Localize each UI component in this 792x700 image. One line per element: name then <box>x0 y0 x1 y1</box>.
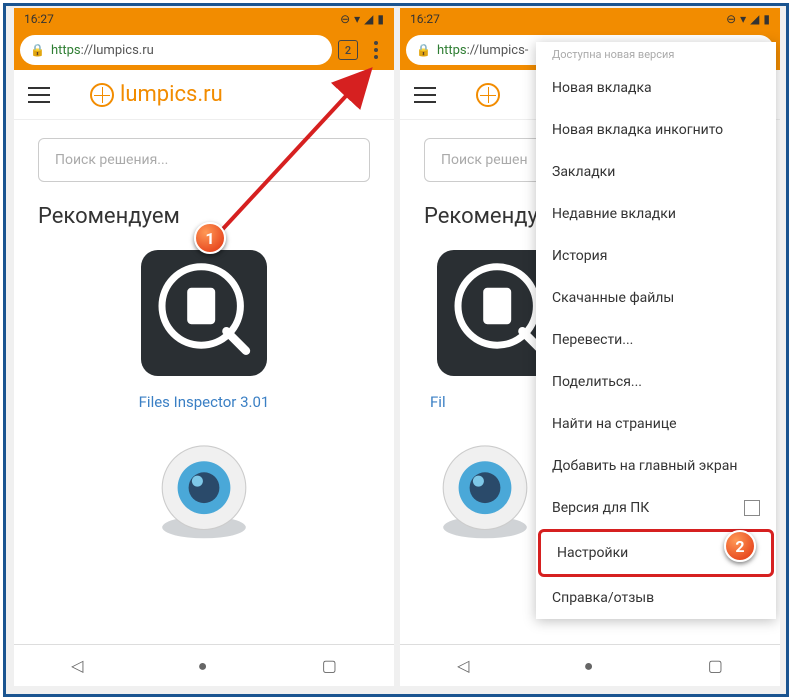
menu-item-add-homescreen[interactable]: Добавить на главный экран <box>536 445 776 487</box>
lock-icon: 🔒 <box>30 43 45 57</box>
wifi-icon: ▾ <box>354 12 360 26</box>
menu-item-label: Версия для ПК <box>552 500 649 516</box>
menu-button[interactable] <box>364 41 388 59</box>
status-bar: 16:27 ⊖ ▾ ◢ ▮ <box>14 8 394 30</box>
lock-icon: 🔒 <box>416 43 431 57</box>
brand-text: lumpics.ru <box>120 82 223 107</box>
signal-icon: ◢ <box>750 12 759 26</box>
nav-home[interactable]: ● <box>584 656 594 676</box>
site-logo[interactable]: lumpics.ru <box>90 82 223 107</box>
orange-slice-icon <box>90 83 114 107</box>
battery-icon: ▮ <box>763 12 770 26</box>
status-time: 16:27 <box>24 12 54 26</box>
status-bar: 16:27 ⊖ ▾ ◢ ▮ <box>400 8 780 30</box>
menu-item-desktop-version[interactable]: Версия для ПК <box>536 487 776 529</box>
menu-item-translate[interactable]: Перевести... <box>536 319 776 361</box>
menu-item-help[interactable]: Справка/отзыв <box>536 577 776 619</box>
dnd-icon: ⊖ <box>726 12 736 26</box>
nav-home[interactable]: ● <box>198 656 208 676</box>
hamburger-icon[interactable] <box>28 87 50 103</box>
nav-bar: ◁ ● ▢ <box>14 644 394 686</box>
hamburger-icon[interactable] <box>414 87 436 103</box>
nav-back[interactable]: ◁ <box>457 656 469 675</box>
status-icons: ⊖ ▾ ◢ ▮ <box>726 12 770 26</box>
status-icons: ⊖ ▾ ◢ ▮ <box>340 12 384 26</box>
step-marker-1: 1 <box>194 222 226 254</box>
tab-switcher[interactable]: 2 <box>338 40 358 60</box>
url-protocol: https <box>51 43 81 58</box>
url-box[interactable]: 🔒 https://lumpics.ru <box>20 35 332 65</box>
signal-icon: ◢ <box>364 12 373 26</box>
menu-item-new-tab[interactable]: Новая вкладка <box>536 67 776 109</box>
app-icon-files-inspector <box>134 243 274 383</box>
dnd-icon: ⊖ <box>340 12 350 26</box>
url-protocol: https <box>437 43 467 58</box>
menu-item-incognito[interactable]: Новая вкладка инкогнито <box>536 109 776 151</box>
orange-slice-icon <box>476 83 500 107</box>
webcam-icon <box>149 441 259 541</box>
status-time: 16:27 <box>410 12 440 26</box>
checkbox-icon[interactable] <box>744 500 760 516</box>
search-input[interactable]: Поиск решения... <box>38 138 370 182</box>
menu-item-share[interactable]: Поделиться... <box>536 361 776 403</box>
menu-item-find[interactable]: Найти на странице <box>536 403 776 445</box>
nav-bar: ◁ ● ▢ <box>400 644 780 686</box>
nav-recent[interactable]: ▢ <box>708 656 723 675</box>
nav-back[interactable]: ◁ <box>71 656 83 675</box>
battery-icon: ▮ <box>377 12 384 26</box>
site-logo[interactable] <box>476 83 500 107</box>
step-marker-2: 2 <box>724 530 756 562</box>
menu-item-bookmarks[interactable]: Закладки <box>536 151 776 193</box>
menu-item-recent-tabs[interactable]: Недавние вкладки <box>536 193 776 235</box>
menu-item-history[interactable]: История <box>536 235 776 277</box>
menu-item-downloads[interactable]: Скачанные файлы <box>536 277 776 319</box>
url-host: ://lumpics- <box>467 43 529 58</box>
address-bar: 🔒 https://lumpics.ru 2 <box>14 30 394 70</box>
nav-recent[interactable]: ▢ <box>322 656 337 675</box>
menu-update-notice: Доступна новая версия <box>536 42 776 67</box>
webcam-icon <box>430 441 540 541</box>
app-title-link[interactable]: Files Inspector 3.01 <box>14 393 394 411</box>
url-host: ://lumpics.ru <box>81 43 154 58</box>
site-header: lumpics.ru <box>14 70 394 120</box>
phone-screenshot-right: 16:27 ⊖▾◢▮ 🔒 https://lumpics- Поиск реше… <box>400 8 780 686</box>
phone-screenshot-left: 16:27 ⊖ ▾ ◢ ▮ 🔒 https://lumpics.ru 2 lumpic… <box>14 8 394 686</box>
wifi-icon: ▾ <box>740 12 746 26</box>
